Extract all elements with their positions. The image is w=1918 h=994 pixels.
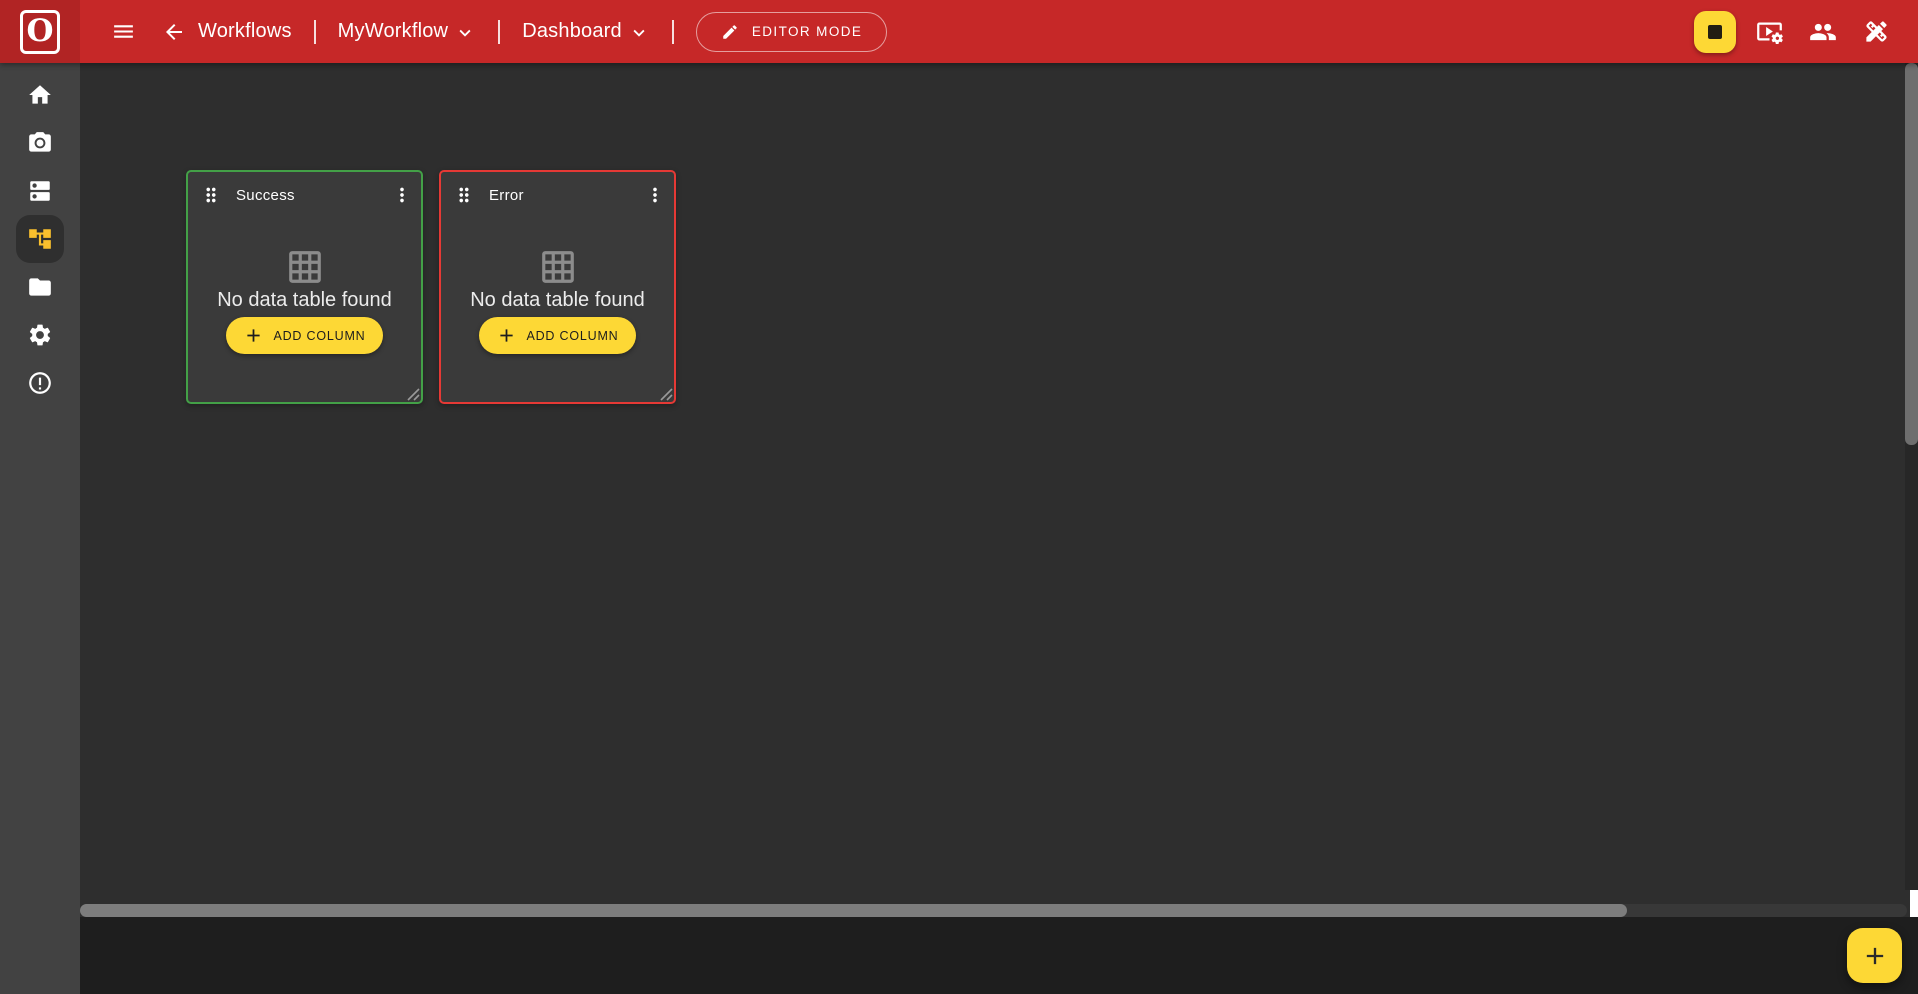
editor-mode-button[interactable]: EDITOR MODE bbox=[696, 12, 887, 52]
drag-handle-icon[interactable] bbox=[453, 184, 475, 206]
home-icon bbox=[27, 82, 53, 108]
dns-list-icon bbox=[27, 178, 53, 204]
video-settings-icon bbox=[1756, 18, 1783, 45]
editor-mode-label: EDITOR MODE bbox=[752, 24, 862, 39]
card-menu-button[interactable] bbox=[389, 182, 415, 208]
vertical-scrollbar-thumb[interactable] bbox=[1905, 63, 1918, 445]
resize-handle[interactable] bbox=[407, 388, 420, 401]
data-table-grid-icon bbox=[286, 248, 324, 286]
horizontal-scrollbar-track[interactable] bbox=[80, 904, 1907, 917]
add-column-label: ADD COLUMN bbox=[526, 329, 618, 343]
workflow-selector[interactable]: MyWorkflow bbox=[338, 20, 477, 43]
card-header: Success bbox=[188, 172, 421, 206]
empty-state-text: No data table found bbox=[470, 289, 645, 312]
folder-icon bbox=[27, 274, 53, 300]
logo-o-icon: O bbox=[20, 10, 60, 54]
menu-button[interactable] bbox=[105, 13, 142, 50]
workflow-tree-icon bbox=[27, 226, 53, 252]
sidebar-item-errors[interactable] bbox=[0, 359, 80, 407]
horizontal-scrollbar-thumb[interactable] bbox=[80, 904, 1627, 917]
sidebar-item-datasets[interactable] bbox=[0, 167, 80, 215]
plus-icon bbox=[1861, 942, 1889, 970]
design-tools-icon bbox=[1863, 18, 1890, 45]
topbar-divider bbox=[498, 20, 500, 44]
chevron-down-icon bbox=[628, 21, 650, 43]
resize-handle[interactable] bbox=[660, 388, 673, 401]
chevron-down-icon bbox=[454, 21, 476, 43]
sidebar-item-home[interactable] bbox=[0, 71, 80, 119]
widget-card-error: Error No data table found ADD COLUMN bbox=[439, 170, 676, 404]
logo-letter: O bbox=[26, 16, 53, 47]
stop-icon bbox=[1708, 25, 1722, 39]
arrow-back-icon bbox=[162, 20, 186, 44]
app-root: O Workflows MyWorkflow bbox=[0, 0, 1918, 994]
sidebar-item-settings[interactable] bbox=[0, 311, 80, 359]
users-icon bbox=[1809, 18, 1837, 46]
card-title: Success bbox=[236, 187, 295, 204]
topbar-divider bbox=[672, 20, 674, 44]
drag-handle-icon[interactable] bbox=[200, 184, 222, 206]
vertical-scrollbar-track[interactable] bbox=[1905, 63, 1918, 890]
view-selector[interactable]: Dashboard bbox=[522, 20, 650, 43]
topbar-divider bbox=[314, 20, 316, 44]
plus-icon bbox=[496, 325, 517, 346]
back-button[interactable] bbox=[156, 14, 192, 50]
topbar-actions bbox=[1694, 0, 1896, 63]
topbar: O Workflows MyWorkflow bbox=[0, 0, 1918, 63]
view-selector-value: Dashboard bbox=[522, 20, 622, 43]
sidebar-item-workflows[interactable] bbox=[0, 215, 80, 263]
kebab-menu-icon bbox=[391, 184, 413, 206]
breadcrumb-workflows[interactable]: Workflows bbox=[198, 20, 292, 43]
card-title: Error bbox=[489, 187, 524, 204]
workflow-selector-value: MyWorkflow bbox=[338, 20, 449, 43]
hamburger-icon bbox=[111, 19, 136, 44]
camera-icon bbox=[27, 130, 53, 156]
plus-icon bbox=[243, 325, 264, 346]
add-column-button[interactable]: ADD COLUMN bbox=[226, 317, 382, 354]
data-table-grid-icon bbox=[539, 248, 577, 286]
bottom-panel bbox=[80, 917, 1918, 994]
add-column-button[interactable]: ADD COLUMN bbox=[479, 317, 635, 354]
card-header: Error bbox=[441, 172, 674, 206]
pencil-icon bbox=[721, 23, 739, 41]
video-settings-button[interactable] bbox=[1750, 12, 1789, 51]
sidebar-item-camera[interactable] bbox=[0, 119, 80, 167]
kebab-menu-icon bbox=[644, 184, 666, 206]
card-menu-button[interactable] bbox=[642, 182, 668, 208]
empty-state-text: No data table found bbox=[217, 289, 392, 312]
users-button[interactable] bbox=[1803, 12, 1843, 52]
stop-button[interactable] bbox=[1694, 11, 1736, 53]
add-widget-fab[interactable] bbox=[1847, 928, 1902, 983]
widget-card-success: Success No data table found ADD COLUMN bbox=[186, 170, 423, 404]
design-tools-button[interactable] bbox=[1857, 12, 1896, 51]
scrollbar-corner bbox=[1910, 890, 1918, 917]
error-alert-icon bbox=[27, 370, 53, 396]
app-logo[interactable]: O bbox=[0, 0, 80, 63]
add-column-label: ADD COLUMN bbox=[273, 329, 365, 343]
topbar-nav: Workflows MyWorkflow Dashboard bbox=[105, 12, 887, 52]
settings-gear-icon bbox=[27, 322, 53, 348]
sidebar-item-files[interactable] bbox=[0, 263, 80, 311]
sidebar bbox=[0, 63, 80, 994]
